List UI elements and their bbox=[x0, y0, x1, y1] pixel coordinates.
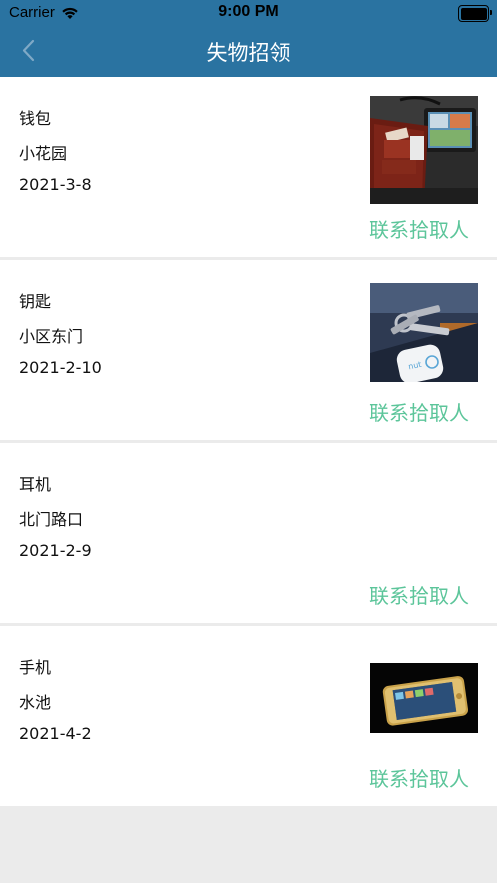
contact-finder-link[interactable]: 联系拾取人 bbox=[369, 763, 469, 792]
page-title: 失物招领 bbox=[206, 41, 291, 65]
phone-photo bbox=[370, 663, 478, 733]
item-location: 小花园 bbox=[19, 144, 68, 163]
lost-and-found-screen: Carrier 9:00 PM 失物招领 钱包 小花园 2021-3-8 联系拾… bbox=[0, 0, 497, 883]
wallet-photo bbox=[370, 96, 478, 204]
item-name: 耳机 bbox=[19, 475, 52, 494]
item-name: 钥匙 bbox=[19, 292, 52, 311]
navigation-bar: 失物招领 bbox=[0, 26, 497, 77]
list-item[interactable]: 钱包 小花园 2021-3-8 联系拾取人 bbox=[0, 77, 497, 257]
status-bar: Carrier 9:00 PM bbox=[0, 0, 497, 26]
list-item[interactable]: 钥匙 小区东门 2021-2-10 nut 联系拾取人 bbox=[0, 260, 497, 440]
item-location: 北门路口 bbox=[19, 510, 84, 529]
item-date: 2021-3-8 bbox=[19, 175, 92, 194]
top-bar: Carrier 9:00 PM 失物招领 bbox=[0, 0, 497, 77]
status-time: 9:00 PM bbox=[218, 3, 279, 20]
battery-icon bbox=[458, 5, 492, 22]
item-date: 2021-4-2 bbox=[19, 724, 92, 743]
list-item[interactable]: 手机 水池 2021-4-2 联系拾取人 bbox=[0, 626, 497, 806]
list-item[interactable]: 耳机 北门路口 2021-2-9 联系拾取人 bbox=[0, 443, 497, 623]
item-date: 2021-2-9 bbox=[19, 541, 92, 560]
contact-finder-link[interactable]: 联系拾取人 bbox=[369, 397, 469, 426]
contact-finder-link[interactable]: 联系拾取人 bbox=[369, 580, 469, 609]
item-name: 钱包 bbox=[19, 109, 52, 128]
item-date: 2021-2-10 bbox=[19, 358, 102, 377]
item-list: 钱包 小花园 2021-3-8 联系拾取人 钥匙 小区东门 2021-2-10 … bbox=[0, 77, 497, 809]
item-location: 水池 bbox=[19, 693, 52, 712]
contact-finder-link[interactable]: 联系拾取人 bbox=[369, 214, 469, 243]
keys-photo: nut bbox=[370, 283, 478, 382]
item-location: 小区东门 bbox=[19, 327, 84, 346]
item-name: 手机 bbox=[19, 658, 52, 677]
